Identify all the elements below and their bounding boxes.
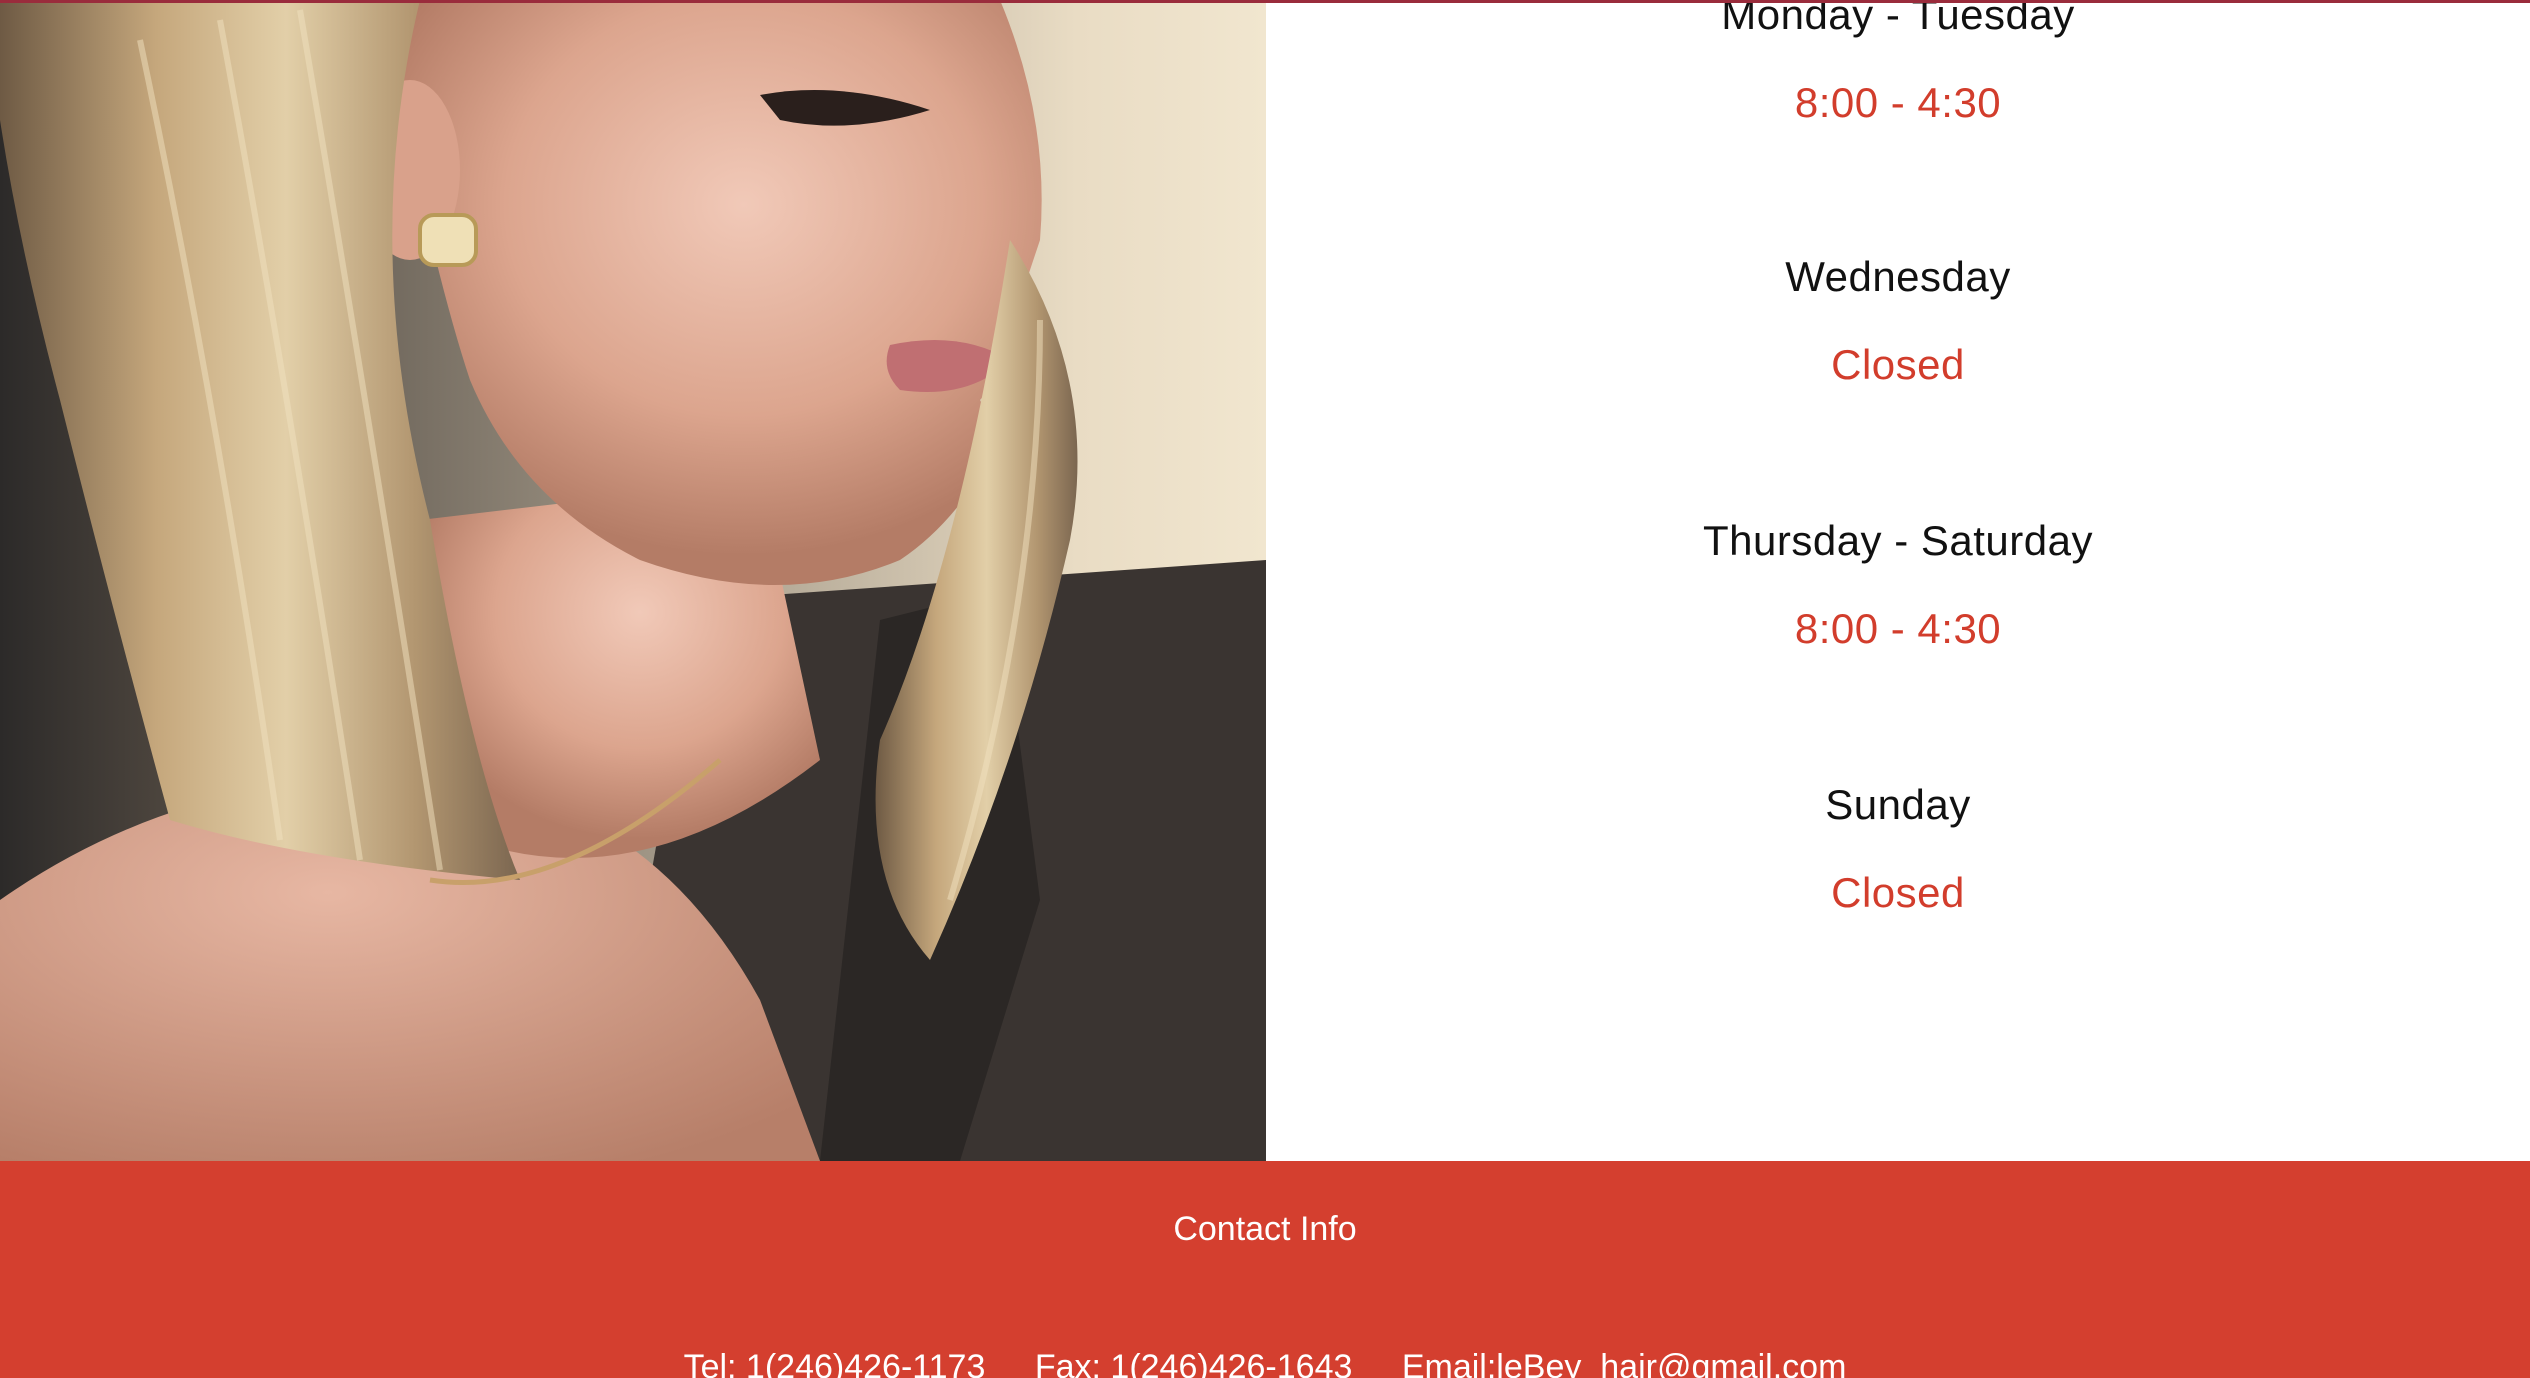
day-label: Monday - Tuesday <box>1721 0 2075 38</box>
tel-link[interactable]: Tel: 1(246)426-1173 <box>684 1348 986 1378</box>
hours-sunday: Sunday Closed <box>1266 780 2530 918</box>
email-link[interactable]: Email:leBey_hair@gmail.com <box>1402 1348 1847 1378</box>
day-label: Sunday <box>1825 781 1971 828</box>
time-label: 8:00 - 4:30 <box>1794 79 2002 126</box>
time-label: Closed <box>1831 341 1965 388</box>
page: Monday - Tuesday 8:00 - 4:30 Wednesday C… <box>0 0 2530 1378</box>
hours-panel: Monday - Tuesday 8:00 - 4:30 Wednesday C… <box>1266 0 2530 1161</box>
day-label: Thursday - Saturday <box>1702 517 2093 564</box>
footer-contacts: Tel: 1(246)426-1173 Fax: 1(246)426-1643 … <box>0 1347 2530 1378</box>
day-label: Wednesday <box>1785 253 2011 300</box>
photo-illustration <box>0 0 1266 1161</box>
time-label: 8:00 - 4:30 <box>1794 605 2002 652</box>
fax-text: Fax: 1(246)426-1643 <box>1034 1348 1353 1378</box>
hours-thursday-saturday: Thursday - Saturday 8:00 - 4:30 <box>1266 516 2530 654</box>
hours-wednesday: Wednesday Closed <box>1266 252 2530 390</box>
hero-photo <box>0 0 1266 1161</box>
hours-monday-tuesday: Monday - Tuesday 8:00 - 4:30 <box>1266 0 2530 128</box>
time-label: Closed <box>1831 869 1965 916</box>
footer-title: Contact Info <box>1173 1210 1357 1248</box>
footer: Contact Info Tel: 1(246)426-1173 Fax: 1(… <box>0 1161 2530 1378</box>
top-divider <box>0 0 2530 3</box>
